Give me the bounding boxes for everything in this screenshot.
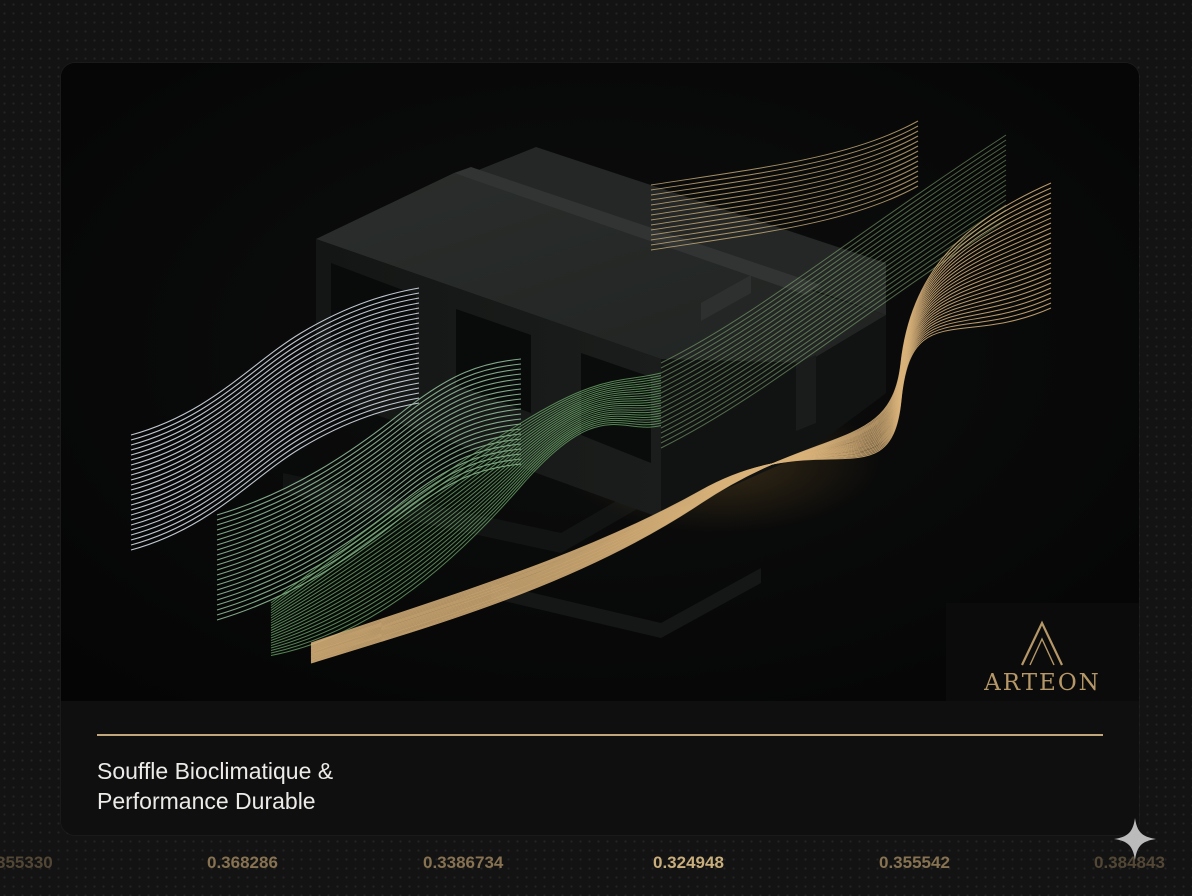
- ticker-value: 0.3386734: [423, 853, 504, 872]
- ticker-value: 0.368286: [207, 853, 278, 872]
- ticker-value: 0.355542: [879, 853, 950, 872]
- gold-divider: [97, 734, 1103, 736]
- a-monogram-icon: [1021, 620, 1063, 666]
- caption-text: Souffle Bioclimatique & Performance Dura…: [97, 756, 597, 816]
- ticker-value: 0.324948: [653, 853, 724, 872]
- ticker-value: 355330: [0, 853, 53, 872]
- image-card: ARTEON Souffle Bioclimatique & Performan…: [61, 63, 1139, 835]
- caption-line-1: Souffle Bioclimatique &: [97, 758, 334, 784]
- caption-panel: Souffle Bioclimatique & Performance Dura…: [61, 701, 1139, 835]
- sparkle-icon: [1114, 818, 1156, 860]
- brand-logo-panel: ARTEON: [946, 603, 1139, 701]
- value-ticker: 355330 0.368286 0.3386734 0.324948 0.355…: [0, 850, 1192, 880]
- caption-line-2: Performance Durable: [97, 788, 316, 814]
- brand-name: ARTEON: [984, 670, 1101, 696]
